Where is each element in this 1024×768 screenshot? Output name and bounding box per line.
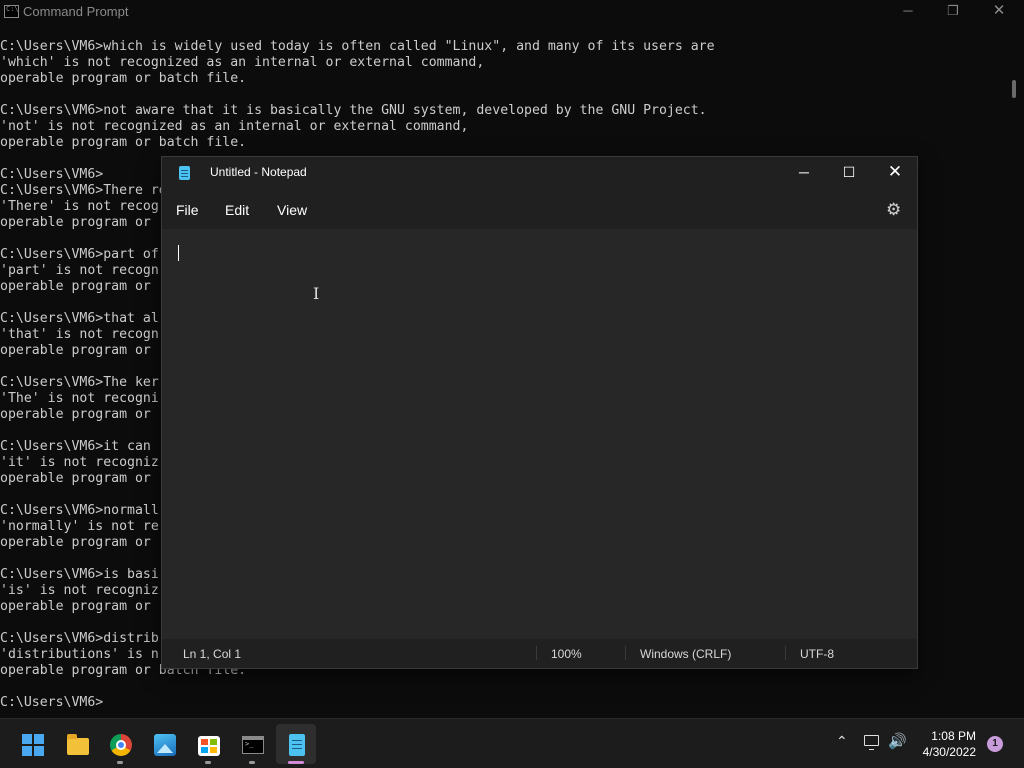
notepad-window[interactable]: Untitled - Notepad ─ ☐ ✕ File Edit View … xyxy=(161,156,918,669)
taskbar-chrome[interactable] xyxy=(100,724,140,764)
microsoft-store-icon xyxy=(198,736,220,756)
show-hidden-icons-chevron-icon[interactable]: ⌃ xyxy=(836,733,848,750)
cmd-scrollbar-thumb[interactable] xyxy=(1012,80,1016,98)
clock-time[interactable]: 1:08 PM xyxy=(930,729,976,743)
menu-file[interactable]: File xyxy=(176,202,199,218)
chrome-icon xyxy=(110,734,132,756)
cmd-output-line xyxy=(0,87,715,103)
cmd-output-line: operable program or batch file. xyxy=(0,71,247,86)
ibeam-cursor-icon: I xyxy=(313,284,320,303)
status-encoding: UTF-8 xyxy=(800,647,834,661)
settings-gear-icon[interactable]: ⚙ xyxy=(886,200,901,220)
notepad-icon xyxy=(179,166,190,180)
terminal-icon: >_ xyxy=(242,736,264,754)
taskbar-command-prompt[interactable]: >_ xyxy=(232,724,272,764)
notepad-menubar: File Edit View ⚙ xyxy=(162,189,917,229)
cmd-maximize-button[interactable]: ❐ xyxy=(930,0,976,24)
taskbar-photos[interactable] xyxy=(144,724,184,764)
network-icon[interactable] xyxy=(864,735,879,750)
notepad-statusbar: Ln 1, Col 1 100% Windows (CRLF) UTF-8 xyxy=(162,639,917,668)
running-indicator xyxy=(117,761,123,764)
start-icon xyxy=(22,734,44,756)
cmd-minimize-button[interactable]: ─ xyxy=(885,0,931,24)
active-indicator xyxy=(288,761,304,764)
volume-icon[interactable]: 🔊 xyxy=(888,732,907,750)
notification-badge[interactable]: 1 xyxy=(987,736,1003,752)
terminal-icon-text: >_ xyxy=(245,740,254,748)
cmd-output-line: C:\Users\VM6> xyxy=(0,695,104,710)
cmd-output-line: C:\Users\VM6>which is widely used today … xyxy=(0,39,715,54)
notepad-title: Untitled - Notepad xyxy=(210,165,307,179)
status-cursor-position: Ln 1, Col 1 xyxy=(183,647,242,661)
cmd-output-line: operable program or batch file. xyxy=(0,135,247,150)
notepad-titlebar[interactable]: Untitled - Notepad ─ ☐ ✕ xyxy=(162,157,917,189)
cmd-title: Command Prompt xyxy=(23,4,129,19)
status-line-endings: Windows (CRLF) xyxy=(640,647,732,661)
notepad-minimize-button[interactable]: ─ xyxy=(781,157,827,189)
status-divider xyxy=(536,646,537,660)
cmd-icon-text: C:\ xyxy=(6,5,19,13)
running-indicator xyxy=(205,761,211,764)
cmd-output-line: C:\Users\VM6>not aware that it is basica… xyxy=(0,103,707,118)
cmd-close-button[interactable]: ✕ xyxy=(976,0,1022,24)
file-explorer-icon xyxy=(67,734,89,755)
text-caret xyxy=(178,245,179,261)
menu-edit[interactable]: Edit xyxy=(225,202,249,218)
photos-icon xyxy=(154,734,176,756)
taskbar-microsoft-store[interactable] xyxy=(188,724,228,764)
status-zoom: 100% xyxy=(551,647,582,661)
clock-date[interactable]: 4/30/2022 xyxy=(913,745,976,759)
cmd-output-line: 'which' is not recognized as an internal… xyxy=(0,55,485,70)
status-divider xyxy=(785,646,786,660)
notepad-text-area[interactable] xyxy=(162,229,917,639)
notepad-close-button[interactable]: ✕ xyxy=(872,157,918,189)
cmd-icon: C:\ xyxy=(4,5,19,18)
cmd-titlebar[interactable]: C:\ Command Prompt ─ ❐ ✕ xyxy=(0,0,1024,24)
cmd-output-line xyxy=(0,679,715,695)
cmd-output-line: 'not' is not recognized as an internal o… xyxy=(0,119,469,134)
notepad-maximize-button[interactable]: ☐ xyxy=(826,157,872,189)
notepad-icon xyxy=(289,734,305,756)
running-indicator xyxy=(249,761,255,764)
taskbar-notepad[interactable] xyxy=(276,724,316,764)
menu-view[interactable]: View xyxy=(277,202,307,218)
start-button[interactable] xyxy=(12,724,52,764)
status-divider xyxy=(625,646,626,660)
taskbar: >_ ⌃ 🔊 1:08 PM 4/30/2022 1 xyxy=(0,718,1024,768)
taskbar-file-explorer[interactable] xyxy=(57,724,97,764)
